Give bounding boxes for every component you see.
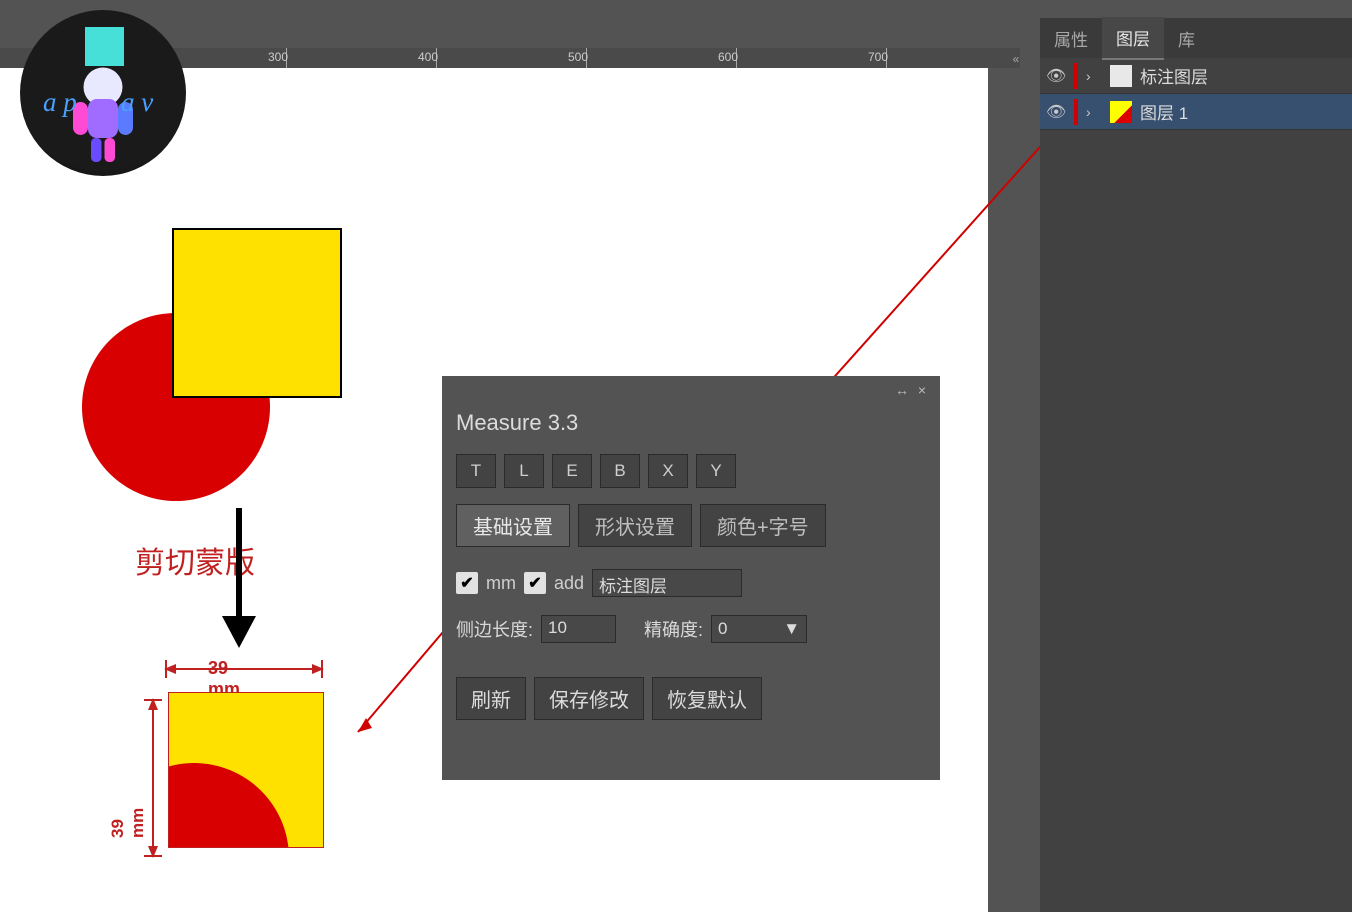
svg-text:a p: a p [43,87,77,117]
layer-color-bar [1074,99,1078,125]
precision-value: 0 [718,619,727,639]
layer-name-field[interactable]: 标注图层 [592,569,742,597]
dir-btn-l[interactable]: L [504,454,544,488]
panel-titlebar[interactable]: ↔ × [442,376,940,404]
reset-button[interactable]: 恢复默认 [652,677,762,720]
yellow-square-shape[interactable] [172,228,342,398]
ruler-tick-600: 600 [718,50,738,64]
tab-color-font[interactable]: 颜色+字号 [700,504,826,547]
panel-title: Measure 3.3 [442,404,940,450]
expand-toggle-icon[interactable]: › [1086,104,1102,120]
refresh-button[interactable]: 刷新 [456,677,526,720]
measured-clipped-circle [168,763,289,848]
layer-color-bar [1074,63,1078,89]
tab-shape[interactable]: 形状设置 [578,504,692,547]
checkbox-add-label: add [554,573,584,594]
dir-btn-t[interactable]: T [456,454,496,488]
save-button[interactable]: 保存修改 [534,677,644,720]
scroll-indicator[interactable]: « [1008,52,1024,72]
layer-row-annotation[interactable]: 👁 › 标注图层 [1040,58,1352,94]
measured-square[interactable] [168,692,324,848]
layer-thumbnail [1110,65,1132,87]
precision-label: 精确度: [644,616,703,642]
edge-length-label: 侧边长度: [456,616,533,642]
layer-row-1[interactable]: 👁 › 图层 1 [1040,94,1352,130]
avatar-logo: a p a v [20,10,186,176]
tab-library[interactable]: 库 [1164,18,1209,59]
measure-height-label: 39 mm [108,808,148,838]
ruler-tick-500: 500 [568,50,588,64]
ruler-tick-700: 700 [868,50,888,64]
svg-text:a v: a v [121,87,153,117]
dir-btn-b[interactable]: B [600,454,640,488]
checkbox-add[interactable]: ✔ [524,572,546,594]
measure-width-arrow-icon [164,660,324,678]
side-panel-tabs: 属性 图层 库 [1040,18,1352,58]
precision-select[interactable]: 0 ▼ [711,615,807,643]
tab-basic[interactable]: 基础设置 [456,504,570,547]
dir-btn-e[interactable]: E [552,454,592,488]
measure-height-arrow-icon [144,698,162,858]
layer-thumbnail [1110,101,1132,123]
checkbox-row: ✔ mm ✔ add 标注图层 [442,565,940,601]
minimize-icon[interactable]: ↔ [892,382,912,398]
dir-btn-y[interactable]: Y [696,454,736,488]
arrow-down-icon [212,508,266,653]
checkbox-mm[interactable]: ✔ [456,572,478,594]
layers-panel[interactable]: 属性 图层 库 👁 › 标注图层 👁 › 图层 1 [1040,18,1352,912]
edge-length-field[interactable]: 10 [541,615,616,643]
layer-name: 标注图层 [1140,63,1208,88]
ruler-tick-300: 300 [268,50,288,64]
edge-precision-row: 侧边长度: 10 精确度: 0 ▼ [442,611,940,647]
chevron-down-icon: ▼ [783,619,800,639]
tab-layers[interactable]: 图层 [1102,17,1164,60]
layer-name: 图层 1 [1140,99,1188,124]
close-icon[interactable]: × [912,382,932,398]
visibility-toggle-icon[interactable]: 👁 [1046,66,1066,86]
ruler-tick-400: 400 [418,50,438,64]
visibility-toggle-icon[interactable]: 👁 [1046,102,1066,122]
checkbox-mm-label: mm [486,573,516,594]
tab-properties[interactable]: 属性 [1040,18,1102,59]
settings-tabs: 基础设置 形状设置 颜色+字号 [442,500,940,551]
direction-button-row: T L E B X Y [442,450,940,492]
measure-panel[interactable]: ↔ × Measure 3.3 T L E B X Y 基础设置 形状设置 颜色… [442,376,940,780]
expand-toggle-icon[interactable]: › [1086,68,1102,84]
dir-btn-x[interactable]: X [648,454,688,488]
action-row: 刷新 保存修改 恢复默认 [442,673,940,724]
